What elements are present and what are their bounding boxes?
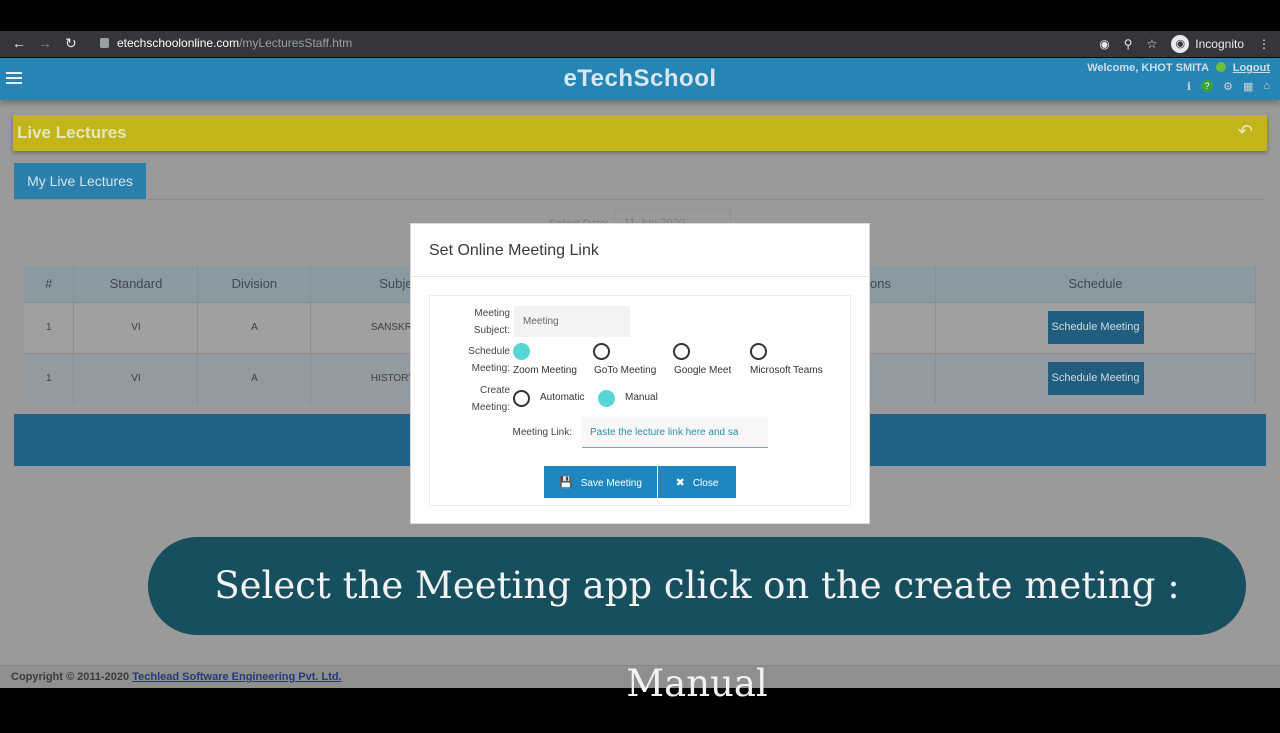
back-icon[interactable]: ← xyxy=(12,35,26,51)
forward-icon[interactable]: → xyxy=(38,35,52,51)
incognito-label: Incognito xyxy=(1195,37,1244,51)
copyright-text: Copyright © 2011-2020 xyxy=(11,671,130,683)
cell-schedule: Schedule Meeting xyxy=(935,301,1256,353)
video-caption: Select the Meeting app click on the crea… xyxy=(148,537,1246,705)
url-domain: etechschoolonline.com xyxy=(117,36,240,50)
microsoft-teams-label: Microsoft Teams xyxy=(750,365,823,376)
modal-title: Set Online Meeting Link xyxy=(411,224,869,277)
cell-num: 1 xyxy=(24,352,75,404)
welcome-area: Welcome, KHOT SMITA Logout xyxy=(1087,62,1270,74)
zoom-icon[interactable]: ⚲ xyxy=(1124,37,1133,51)
calendar-icon[interactable]: ▦ xyxy=(1243,80,1253,93)
zoom-meeting-radio[interactable] xyxy=(513,343,530,360)
section-header: Live Lectures ↶ xyxy=(13,115,1267,151)
star-icon[interactable]: ☆ xyxy=(1147,37,1158,51)
cell-schedule: Schedule Meeting xyxy=(935,352,1256,404)
back-arrow-icon[interactable]: ↶ xyxy=(1238,121,1253,142)
modal-form: Meeting Subject: Schedule Meeting: Zoom … xyxy=(429,295,851,506)
meeting-link-input[interactable] xyxy=(582,417,768,448)
user-status-icon xyxy=(1215,62,1226,72)
col-header-schedule: Schedule xyxy=(935,266,1256,302)
lock-icon xyxy=(100,38,109,48)
settings-icon[interactable]: ⚙ xyxy=(1223,80,1233,93)
browser-actions: ◉ ⚲ ☆ ◉ Incognito ⋮ xyxy=(1099,35,1270,53)
close-button[interactable]: ✖ Close xyxy=(658,466,736,498)
cell-num: 1 xyxy=(24,301,75,353)
my-live-lectures-tab[interactable]: My Live Lectures xyxy=(14,163,146,200)
schedule-meeting-button[interactable]: Schedule Meeting xyxy=(1047,362,1144,396)
tab-divider xyxy=(14,199,1266,200)
google-meet-label: Google Meet xyxy=(674,365,732,376)
save-icon: 💾 xyxy=(559,476,573,489)
col-header-standard: Standard xyxy=(73,266,199,302)
create-label: Create Meeting: xyxy=(471,385,510,413)
automatic-radio[interactable] xyxy=(513,390,530,407)
manual-radio[interactable] xyxy=(598,390,615,407)
home-icon[interactable]: ⌂ xyxy=(1263,80,1270,93)
manual-label: Manual xyxy=(625,392,658,403)
schedule-meeting-button[interactable]: Schedule Meeting xyxy=(1047,311,1144,344)
meeting-subject-input[interactable] xyxy=(514,306,630,337)
goto-meeting-label: GoTo Meeting xyxy=(594,365,657,376)
col-header-division: Division xyxy=(197,266,312,302)
browser-toolbar: ← → ↻ etechschoolonline.com/myLecturesSt… xyxy=(0,31,1280,57)
cell-division: A xyxy=(197,352,312,404)
cell-division: A xyxy=(197,301,312,353)
cell-standard: VI xyxy=(73,301,199,353)
address-bar[interactable]: etechschoolonline.com/myLecturesStaff.ht… xyxy=(100,36,352,50)
close-icon: ✖ xyxy=(675,476,685,489)
url-path: /myLecturesStaff.htm xyxy=(239,36,353,50)
cell-standard: VI xyxy=(73,352,199,404)
subject-label: Meeting Subject: xyxy=(473,308,510,336)
info-icon[interactable]: ℹ xyxy=(1187,80,1191,93)
browser-menu-icon[interactable]: ⋮ xyxy=(1258,37,1270,51)
schedule-label: Schedule Meeting: xyxy=(468,346,510,374)
goto-meeting-radio[interactable] xyxy=(593,343,610,360)
screen-frame: ← → ↻ etechschoolonline.com/myLecturesSt… xyxy=(0,0,1280,720)
google-meet-radio[interactable] xyxy=(673,343,690,360)
company-link[interactable]: Techlead Software Engineering Pvt. Ltd. xyxy=(132,671,341,683)
reload-icon[interactable]: ↻ xyxy=(65,35,77,52)
section-title: Live Lectures xyxy=(17,123,127,142)
zoom-meeting-label: Zoom Meeting xyxy=(513,365,577,376)
welcome-text: Welcome, KHOT SMITA xyxy=(1087,62,1209,74)
meeting-link-modal: Set Online Meeting Link Meeting Subject:… xyxy=(410,223,870,524)
save-meeting-button[interactable]: 💾 Save Meeting xyxy=(544,466,657,498)
automatic-label: Automatic xyxy=(540,392,585,403)
help-icon[interactable]: ? xyxy=(1201,80,1214,92)
cookie-icon[interactable]: ◉ xyxy=(1099,37,1109,51)
incognito-badge[interactable]: ◉ Incognito xyxy=(1171,35,1244,53)
col-header-num: # xyxy=(24,266,75,302)
logout-link[interactable]: Logout xyxy=(1233,62,1270,74)
header-tools: ℹ ? ⚙ ▦ ⌂ xyxy=(1187,80,1270,93)
microsoft-teams-radio[interactable] xyxy=(750,343,767,360)
meeting-link-label: Meeting Link: xyxy=(512,427,572,438)
app-header: eTechSchool Welcome, KHOT SMITA Logout ℹ… xyxy=(0,58,1280,100)
incognito-icon: ◉ xyxy=(1171,35,1190,53)
